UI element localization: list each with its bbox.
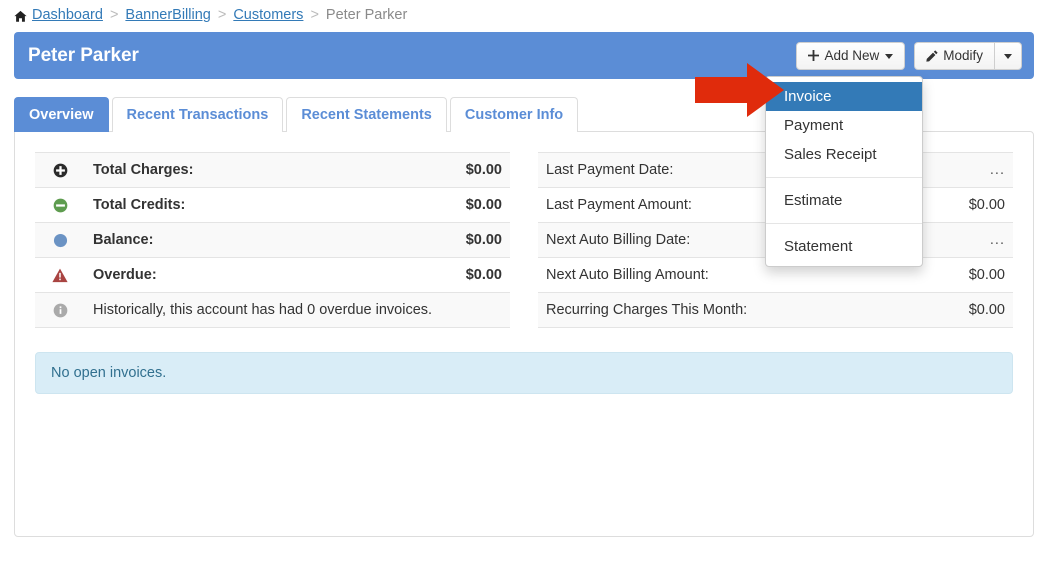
dropdown-item-statement[interactable]: Statement [766,232,922,261]
tab-overview-label: Overview [29,107,94,123]
page-title: Peter Parker [28,44,139,66]
tab-customer-info[interactable]: Customer Info [449,97,579,132]
minus-circle-icon [35,188,85,223]
home-icon [14,10,27,23]
pencil-icon [926,49,938,62]
info-circle-icon [35,293,85,328]
account-summary-table: Total Charges: $0.00 Total Credits: $0.0… [35,152,510,328]
add-new-button-label: Add New [824,48,880,63]
summary-column-left: Total Charges: $0.00 Total Credits: $0.0… [35,152,510,328]
add-new-button[interactable]: Add New [796,41,906,70]
total-credits-value: $0.00 [465,197,502,213]
breadcrumb-separator: > [109,7,119,23]
circle-icon [35,223,85,258]
dropdown-item-payment[interactable]: Payment [766,111,922,140]
balance-value: $0.00 [465,232,502,248]
plus-circle-icon [35,153,85,188]
breadcrumb-separator: > [310,7,319,23]
modify-button-label: Modify [943,48,983,63]
tab-customer-info-label: Customer Info [464,107,564,123]
table-row: Historically, this account has had 0 ove… [35,292,510,328]
overdue-value: $0.00 [465,267,502,283]
dropdown-item-invoice[interactable]: Invoice [766,82,922,111]
total-charges-value: $0.00 [465,162,502,178]
tab-bar: Overview Recent Transactions Recent Stat… [14,97,581,132]
tab-recent-transactions[interactable]: Recent Transactions [111,97,284,132]
dropdown-item-sales-receipt[interactable]: Sales Receipt [766,140,922,169]
breadcrumb: Dashboard > BannerBilling > Customers > … [0,0,1048,30]
modify-dropdown-toggle[interactable] [994,41,1022,70]
no-open-invoices-alert-text: No open invoices. [51,365,167,381]
breadcrumb-separator: > [217,7,227,23]
caret-down-icon [885,54,894,59]
breadcrumb-item-current: Peter Parker [325,7,408,23]
modify-button-group: Modify [914,41,1022,70]
tab-recent-statements[interactable]: Recent Statements [286,97,447,132]
tab-overview[interactable]: Overview [14,97,109,132]
table-row: Total Charges: $0.00 [35,152,510,188]
table-row: Recurring Charges This Month: $0.00 [538,292,1013,328]
recurring-charges-label: Recurring Charges This Month: [546,302,748,318]
table-row: Overdue: $0.00 [35,257,510,293]
breadcrumb-item-bannerbilling[interactable]: BannerBilling [125,7,210,23]
recurring-charges-value: $0.00 [968,302,1005,318]
dropdown-divider [766,177,922,178]
warning-triangle-icon [35,258,85,293]
add-new-dropdown-menu: Invoice Payment Sales Receipt Estimate S… [765,76,923,267]
overdue-history-note: Historically, this account has had 0 ove… [93,302,433,318]
plus-icon [808,50,820,61]
modify-button[interactable]: Modify [914,41,994,70]
overdue-label: Overdue: [93,267,157,283]
tab-recent-statements-label: Recent Statements [301,107,432,123]
no-open-invoices-alert: No open invoices. [35,352,1013,394]
balance-label: Balance: [93,232,154,248]
header-actions: Add New Modify [796,41,1022,70]
dropdown-divider [766,223,922,224]
breadcrumb-item-dashboard[interactable]: Dashboard [32,7,103,23]
total-charges-label: Total Charges: [93,162,194,178]
caret-down-icon [1004,54,1012,59]
table-row: Balance: $0.00 [35,222,510,258]
total-credits-label: Total Credits: [93,197,186,213]
breadcrumb-item-customers[interactable]: Customers [233,7,303,23]
tab-recent-transactions-label: Recent Transactions [126,107,269,123]
page-header: Peter Parker Add New Modify [14,32,1034,79]
dropdown-item-estimate[interactable]: Estimate [766,186,922,215]
table-row: Total Credits: $0.00 [35,187,510,223]
